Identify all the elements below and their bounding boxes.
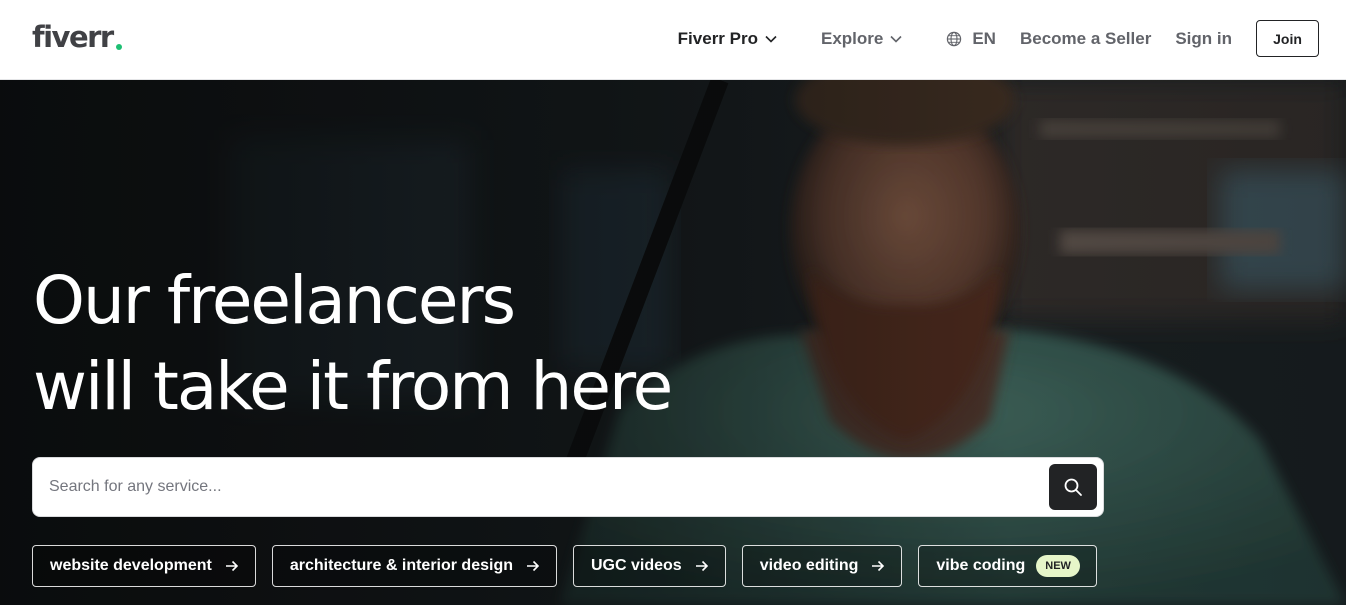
chip-architecture-interior-design[interactable]: architecture & interior design (271, 545, 557, 587)
headline-line-2: will take it from here (33, 348, 673, 425)
search-icon (1064, 478, 1082, 496)
hero-headline: Our freelancers will take it from here (33, 258, 673, 430)
explore-dropdown[interactable]: Explore (821, 29, 902, 49)
fiverr-pro-label: Fiverr Pro (677, 28, 758, 48)
chip-label: website development (50, 557, 212, 574)
globe-icon (947, 31, 962, 46)
chevron-down-icon (765, 35, 777, 43)
chip-website-development[interactable]: website development (32, 545, 256, 587)
chip-label: vibe coding (936, 557, 1026, 574)
top-navbar: fiverr Fiverr Pro Explore EN Become a Se… (0, 0, 1346, 80)
chip-ugc-videos[interactable]: UGC videos (573, 545, 726, 587)
hero-section: Our freelancers will take it from here w… (0, 80, 1346, 605)
arrow-right-icon (527, 560, 540, 572)
chevron-down-icon (890, 35, 902, 43)
become-seller-link[interactable]: Become a Seller (1020, 29, 1151, 49)
explore-label: Explore (820, 28, 884, 48)
arrow-right-icon (225, 560, 238, 572)
language-selector[interactable]: EN (946, 29, 996, 49)
chip-video-editing[interactable]: video editing (741, 545, 903, 587)
chip-vibe-coding[interactable]: vibe coding NEW (918, 545, 1097, 587)
arrow-right-icon (695, 560, 708, 572)
arrow-right-icon (872, 560, 885, 572)
nav-menu: Fiverr Pro Explore EN Become a Seller Si… (678, 20, 1319, 57)
headline-line-1: Our freelancers (33, 262, 516, 339)
fiverr-logo[interactable]: fiverr (32, 18, 114, 56)
logo-dot (116, 44, 122, 50)
fiverr-pro-dropdown[interactable]: Fiverr Pro (678, 29, 777, 49)
popular-searches: website development architecture & inter… (32, 545, 1097, 587)
search-button[interactable] (1049, 464, 1097, 510)
language-label: EN (972, 28, 996, 48)
join-button[interactable]: Join (1256, 20, 1319, 57)
chip-label: UGC videos (591, 557, 682, 574)
search-input[interactable] (49, 468, 1039, 506)
sign-in-link[interactable]: Sign in (1175, 29, 1232, 49)
search-bar (32, 457, 1104, 517)
new-badge: NEW (1036, 555, 1080, 577)
chip-label: video editing (759, 557, 859, 574)
chip-label: architecture & interior design (289, 557, 513, 574)
